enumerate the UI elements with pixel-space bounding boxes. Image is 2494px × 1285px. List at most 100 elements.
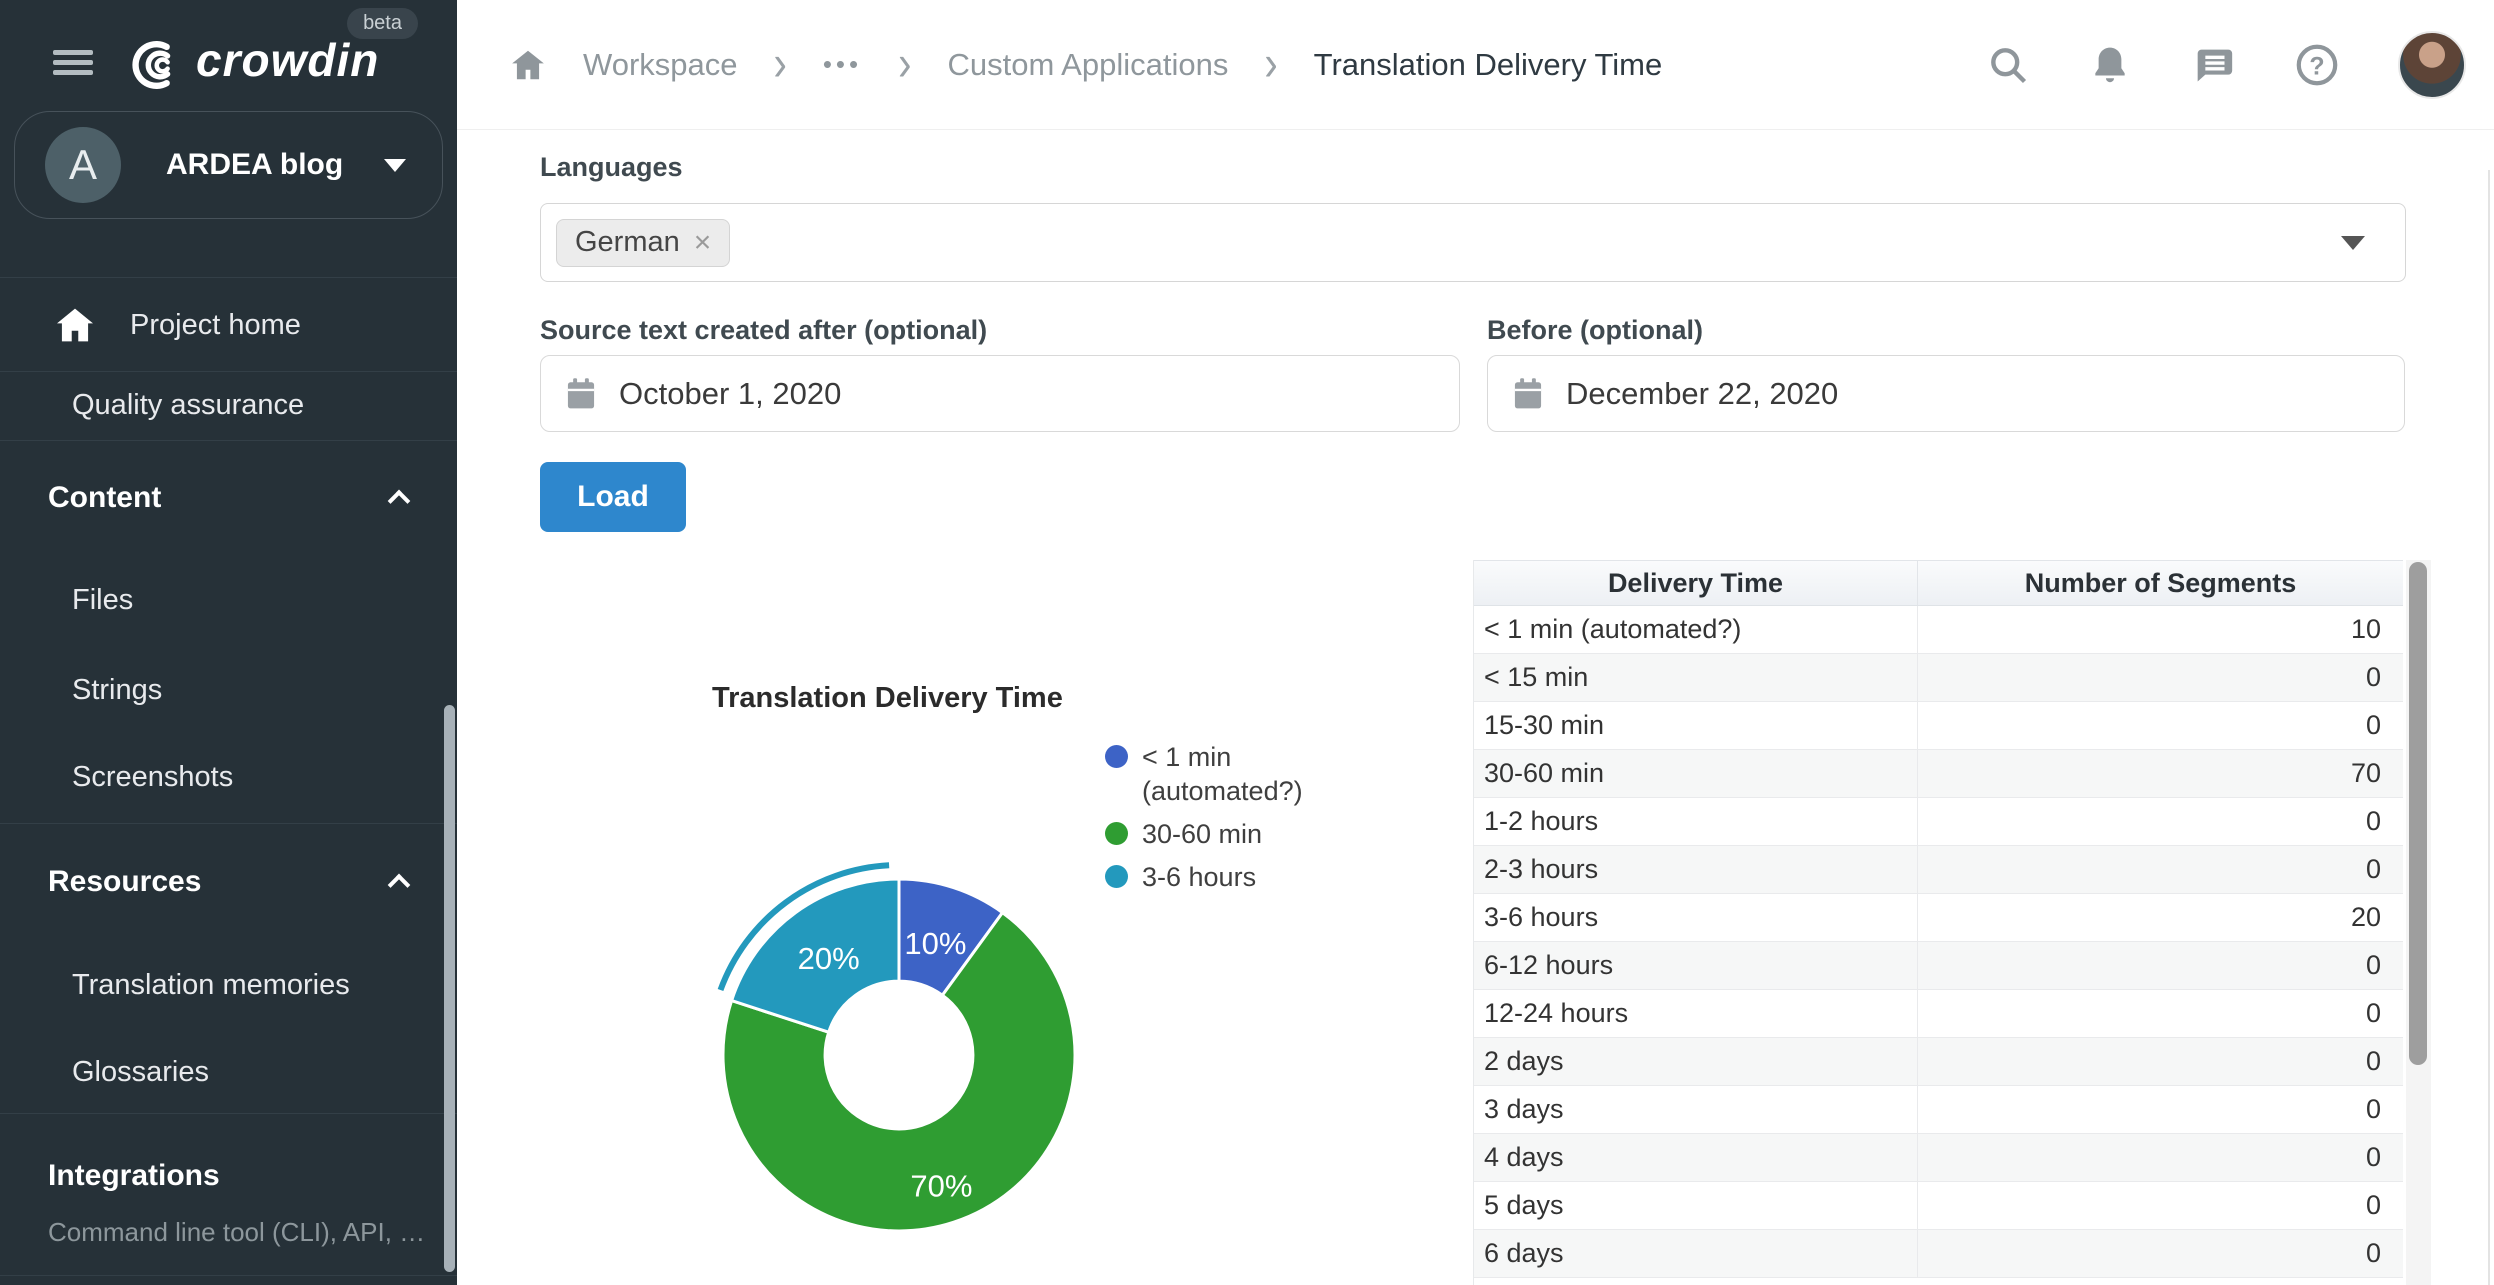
sidebar-item-label: Translation memories bbox=[72, 969, 350, 1002]
project-selector[interactable]: A ARDEA blog bbox=[14, 111, 443, 219]
remove-tag-icon[interactable]: × bbox=[694, 228, 712, 258]
table-cell-segments: 0 bbox=[1918, 798, 2403, 845]
sidebar-section-resources[interactable]: Resources bbox=[0, 846, 457, 918]
languages-select[interactable]: German × bbox=[540, 203, 2406, 282]
table-cell-delivery-time: 3-6 hours bbox=[1474, 894, 1918, 941]
user-avatar[interactable] bbox=[2398, 31, 2466, 99]
languages-label: Languages bbox=[540, 152, 683, 183]
help-icon[interactable]: ? bbox=[2294, 42, 2340, 88]
table-row: 30-60 min 70 bbox=[1474, 750, 2403, 798]
divider bbox=[0, 277, 457, 278]
breadcrumb-custom-applications[interactable]: Custom Applications bbox=[947, 47, 1228, 83]
slice-percent-label: 70% bbox=[910, 1169, 972, 1204]
table-cell-delivery-time: 3 days bbox=[1474, 1086, 1918, 1133]
table-cell-segments: 0 bbox=[1918, 1230, 2403, 1277]
table-cell-delivery-time: < 1 min (automated?) bbox=[1474, 606, 1918, 653]
notifications-bell-icon[interactable] bbox=[2088, 43, 2132, 87]
sidebar-item-label: Screenshots bbox=[72, 761, 233, 794]
crowdin-logo-text[interactable]: crowdin bbox=[196, 33, 379, 87]
integrations-subtitle: Command line tool (CLI), API, … bbox=[0, 1205, 457, 1259]
load-button[interactable]: Load bbox=[540, 462, 686, 532]
chevron-down-icon bbox=[2341, 236, 2365, 250]
breadcrumb: Workspace › ••• › Custom Applications › … bbox=[457, 42, 1986, 87]
chevron-up-icon bbox=[388, 874, 411, 897]
table-cell-delivery-time: 30-60 min bbox=[1474, 750, 1918, 797]
breadcrumb-workspace[interactable]: Workspace bbox=[583, 47, 738, 83]
topbar-actions: ? bbox=[1986, 31, 2494, 99]
sidebar-item-quality-assurance[interactable]: Quality assurance bbox=[0, 373, 457, 438]
divider bbox=[0, 371, 457, 372]
table-row: 2 days 0 bbox=[1474, 1038, 2403, 1086]
home-breadcrumb-icon[interactable] bbox=[509, 46, 547, 84]
sidebar-item-files[interactable]: Files bbox=[0, 566, 457, 634]
sidebar-item-label: Quality assurance bbox=[72, 389, 304, 422]
sidebar-item-label: Project home bbox=[130, 309, 301, 342]
table-row: 6 days 0 bbox=[1474, 1230, 2403, 1278]
before-date-value: December 22, 2020 bbox=[1566, 376, 1838, 412]
chevron-up-icon bbox=[388, 490, 411, 513]
sidebar-item-label: Glossaries bbox=[72, 1056, 209, 1089]
after-date-label: Source text created after (optional) bbox=[540, 315, 987, 346]
sidebar-item-glossaries[interactable]: Glossaries bbox=[0, 1038, 457, 1106]
sidebar-item-screenshots[interactable]: Screenshots bbox=[0, 743, 457, 811]
search-icon[interactable] bbox=[1986, 43, 2030, 87]
table-row: 2-3 hours 0 bbox=[1474, 846, 2403, 894]
sidebar-item-translation-memories[interactable]: Translation memories bbox=[0, 951, 457, 1019]
sidebar-item-integrations[interactable]: Integrations bbox=[0, 1145, 457, 1207]
messages-icon[interactable] bbox=[2190, 42, 2236, 88]
table-row: 5 days 0 bbox=[1474, 1182, 2403, 1230]
table-scrollbar-track bbox=[2406, 560, 2431, 1285]
svg-text:?: ? bbox=[2309, 52, 2324, 80]
after-date-value: October 1, 2020 bbox=[619, 376, 841, 412]
table-cell-delivery-time: 1-2 hours bbox=[1474, 798, 1918, 845]
table-row: 12-24 hours 0 bbox=[1474, 990, 2403, 1038]
table-cell-segments: 0 bbox=[1918, 1086, 2403, 1133]
table-row: 15-30 min 0 bbox=[1474, 702, 2403, 750]
segments-table: Delivery Time Number of Segments < 1 min… bbox=[1473, 560, 2403, 1285]
table-cell-segments: 0 bbox=[1918, 942, 2403, 989]
breadcrumb-ellipsis[interactable]: ••• bbox=[823, 49, 862, 80]
chevron-right-icon: › bbox=[774, 36, 787, 92]
section-label: Content bbox=[48, 481, 161, 515]
hamburger-menu-icon[interactable] bbox=[53, 50, 93, 76]
main-content: Languages German × Source text created a… bbox=[457, 130, 2494, 1285]
table-cell-delivery-time: 2-3 hours bbox=[1474, 846, 1918, 893]
sidebar: crowdin beta A ARDEA blog Project home Q… bbox=[0, 0, 457, 1285]
sidebar-header: crowdin beta bbox=[0, 0, 457, 111]
sidebar-scrollbar-thumb[interactable] bbox=[444, 705, 455, 1272]
sidebar-item-project-home[interactable]: Project home bbox=[0, 285, 457, 365]
divider bbox=[0, 1113, 457, 1114]
app-window: crowdin beta A ARDEA blog Project home Q… bbox=[0, 0, 2494, 1285]
table-cell-segments: 0 bbox=[1918, 702, 2403, 749]
table-header: Delivery Time Number of Segments bbox=[1474, 560, 2403, 606]
table-body: < 1 min (automated?) 10 < 15 min 0 15-30… bbox=[1474, 606, 2403, 1278]
table-cell-delivery-time: 6-12 hours bbox=[1474, 942, 1918, 989]
delivery-time-chart: Translation Delivery Time < 1 min(automa… bbox=[457, 660, 1467, 1285]
column-header-number-of-segments: Number of Segments bbox=[1918, 561, 2403, 605]
table-cell-delivery-time: 2 days bbox=[1474, 1038, 1918, 1085]
table-row: 3 days 0 bbox=[1474, 1086, 2403, 1134]
after-date-input[interactable]: October 1, 2020 bbox=[540, 355, 1460, 432]
section-label: Integrations bbox=[48, 1159, 220, 1193]
chevron-right-icon: › bbox=[898, 36, 911, 92]
divider bbox=[0, 1275, 457, 1276]
before-date-label: Before (optional) bbox=[1487, 315, 1703, 346]
chevron-right-icon: › bbox=[1264, 36, 1277, 92]
sidebar-item-label: Files bbox=[72, 584, 133, 617]
table-scrollbar-thumb[interactable] bbox=[2409, 562, 2427, 1065]
sidebar-section-content[interactable]: Content bbox=[0, 462, 457, 534]
table-cell-segments: 0 bbox=[1918, 654, 2403, 701]
crowdin-logo-icon bbox=[123, 36, 185, 94]
language-tag-german: German × bbox=[556, 219, 730, 267]
beta-badge: beta bbox=[347, 8, 418, 39]
section-label: Resources bbox=[48, 865, 201, 899]
table-cell-delivery-time: < 15 min bbox=[1474, 654, 1918, 701]
slice-percent-label: 20% bbox=[798, 941, 860, 976]
home-icon bbox=[55, 307, 95, 343]
sidebar-item-strings[interactable]: Strings bbox=[0, 656, 457, 724]
before-date-input[interactable]: December 22, 2020 bbox=[1487, 355, 2405, 432]
table-row: 4 days 0 bbox=[1474, 1134, 2403, 1182]
project-name: ARDEA blog bbox=[166, 148, 384, 182]
page-scrollbar-track bbox=[2488, 170, 2490, 1285]
column-header-delivery-time: Delivery Time bbox=[1474, 561, 1918, 605]
